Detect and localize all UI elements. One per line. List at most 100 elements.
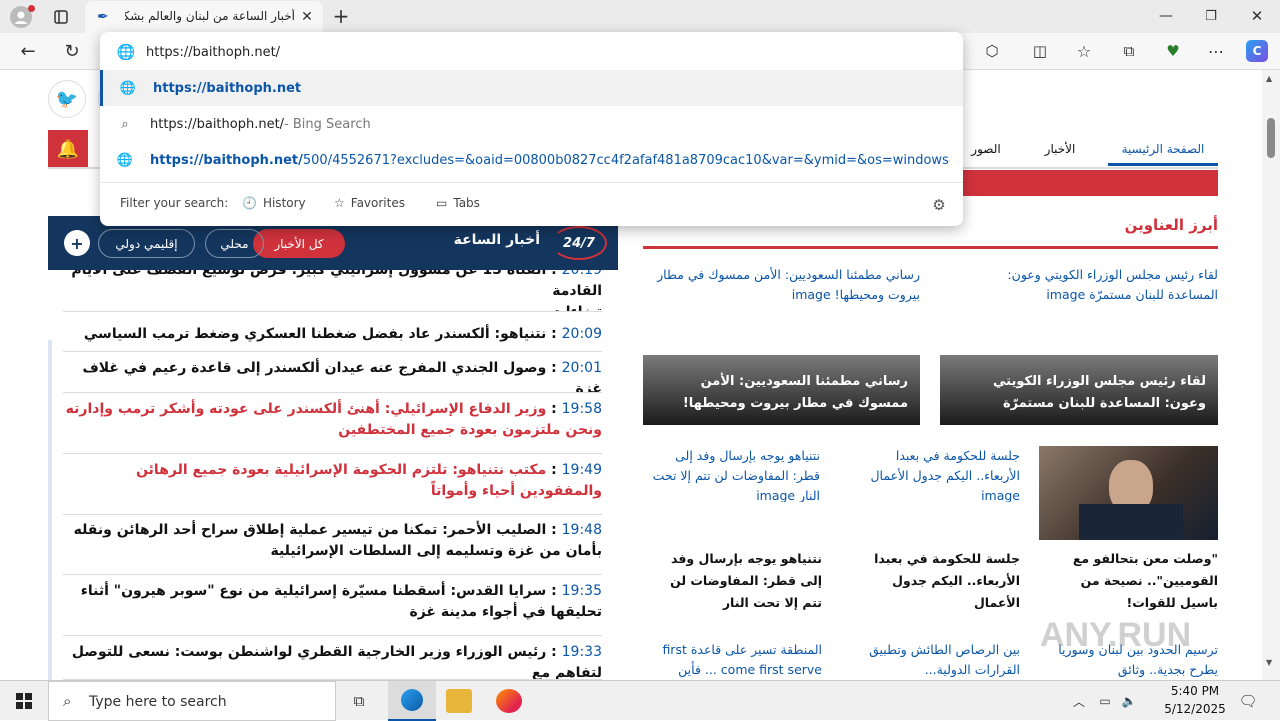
chevron-up-icon[interactable]: ︿	[1070, 691, 1088, 711]
feed-time: 20:19	[561, 270, 602, 278]
tab-strip: ✒ أخبار الساعة من لبنان والعالم بشكل ✕ +…	[0, 0, 1280, 33]
task-view-icon[interactable]: ⧉	[346, 689, 372, 713]
firefox-icon[interactable]	[496, 689, 522, 713]
clock-time[interactable]: 5:40 PM	[1160, 684, 1230, 700]
twitter-icon[interactable]: 🐦	[48, 80, 86, 118]
tabs-icon: ▭	[436, 196, 448, 210]
history-icon: 🕘	[242, 196, 257, 210]
feed-time: 19:35	[561, 583, 602, 599]
red-banner	[940, 170, 1218, 196]
filter-history[interactable]: 🕘 History	[242, 196, 306, 210]
minimize-icon[interactable]: —	[1155, 5, 1177, 27]
filter-local[interactable]: محلي	[205, 229, 264, 258]
restore-icon[interactable]: ❐	[1200, 5, 1222, 27]
windows-start-icon[interactable]	[0, 681, 48, 721]
news-photo[interactable]	[1039, 446, 1218, 540]
scroll-thumb[interactable]	[1267, 118, 1275, 158]
copilot-icon[interactable]: C	[1246, 40, 1268, 62]
globe-icon: 🌐	[116, 43, 136, 61]
globe-icon: 🌐	[119, 80, 137, 96]
split-screen-icon[interactable]: ◫	[1028, 39, 1052, 63]
close-tab-icon[interactable]: ✕	[299, 9, 315, 25]
add-filter-icon[interactable]: +	[64, 230, 90, 256]
feed-item[interactable]: 19:58 : وزير الدفاع الإسرائيلي: أهنئ ألك…	[63, 393, 602, 454]
feed-item[interactable]: 20:09 : نتنياهو: ألكسندر عاد بفضل ضغطنا …	[63, 318, 602, 352]
bell-icon[interactable]: 🔔	[48, 130, 88, 168]
taskbar-search[interactable]: ⌕ Type here to search	[48, 681, 336, 721]
card-title[interactable]: نتنياهو يوجه بإرسال وفد إلى قطر: المفاوض…	[650, 548, 822, 614]
broken-image-bottom[interactable]: بين الرصاص الطائش وتطبيق القرارات الدولي…	[850, 640, 1020, 680]
browser-essentials-icon[interactable]: ♥	[1161, 39, 1185, 63]
search-icon: ⌕	[63, 692, 72, 710]
filter-all[interactable]: كل الأخبار	[253, 229, 345, 258]
scroll-down-icon[interactable]: ▼	[1266, 658, 1272, 667]
broken-image-mid-center[interactable]: جلسة للحكومة في بعبدا الأربعاء.. اليكم ج…	[850, 446, 1020, 502]
nav-photos[interactable]: الصور	[966, 142, 1006, 166]
file-explorer-icon[interactable]	[446, 689, 472, 713]
broken-image-top-left[interactable]: رساني مطمئنا السعوديين: الأمن ممسوك في م…	[650, 265, 920, 305]
card-caption: لقاء رئيس مجلس الوزراء الكويتي وعون: الم…	[993, 374, 1206, 411]
more-options-icon[interactable]: ⋯	[1204, 39, 1228, 63]
search-icon: ⌕	[121, 116, 129, 132]
filter-label: Filter your search:	[120, 196, 229, 210]
feed-item[interactable]: 19:49 : مكتب نتنياهو: تلتزم الحكومة الإس…	[63, 454, 602, 515]
filter-favorites-label: Favorites	[350, 196, 405, 210]
feed-item[interactable]: 19:35 : سرايا القدس: أسقطنا مسيّرة إسرائ…	[63, 575, 602, 636]
suggestion-item[interactable]: 🌐 https://baithoph.net	[100, 70, 963, 106]
settings-gear-icon[interactable]: ⚙	[929, 195, 949, 215]
globe-icon: 🌐	[116, 152, 134, 168]
card-top-left[interactable]: رساني مطمئنا السعوديين: الأمن ممسوك في م…	[643, 355, 920, 425]
feed-item[interactable]: 20:01 : وصول الجندي المفرج عنه عيدان ألك…	[63, 352, 602, 393]
volume-icon[interactable]: 🔈	[1120, 691, 1138, 711]
active-tab[interactable]: ✒ أخبار الساعة من لبنان والعالم بشكل ✕	[85, 1, 323, 33]
notification-dot	[28, 5, 35, 12]
network-icon[interactable]: ▭	[1096, 691, 1114, 711]
card-top-right[interactable]: لقاء رئيس مجلس الوزراء الكويتي وعون: الم…	[940, 355, 1218, 425]
refresh-icon[interactable]: ↻	[60, 39, 84, 63]
feed-text: وزير الدفاع الإسرائيلي: أهنئ ألكسندر على…	[65, 401, 602, 438]
watermark: ANY.RUN	[1040, 616, 1192, 654]
card-title[interactable]: "وصلت معن بتحالفو مع القوميين".. نصيحة م…	[1039, 548, 1218, 614]
suggestion-item[interactable]: ⌕ https://baithoph.net/ - Bing Search	[100, 106, 963, 142]
edge-taskbar-icon[interactable]	[388, 681, 436, 721]
feed-text: الصليب الأحمر: تمكنا من تيسير عملية إطلا…	[73, 522, 602, 559]
card-title[interactable]: جلسة للحكومة في بعبدا الأربعاء.. اليكم ج…	[850, 548, 1020, 614]
divider	[100, 182, 963, 183]
address-input[interactable]	[146, 40, 946, 64]
collections-icon[interactable]: ⧉	[1117, 39, 1141, 63]
star-icon: ☆	[334, 196, 345, 210]
broken-image-top-right[interactable]: لقاء رئيس مجلس الوزراء الكويتي وعون: الم…	[960, 265, 1218, 305]
feed-text-continued: تضاءلت	[550, 304, 602, 312]
headlines-underline	[643, 246, 1218, 249]
clock-date[interactable]: 5/12/2025	[1160, 702, 1230, 718]
feed-text: القناة 13 عن مسؤول إسرائيلي كبير: فرص تو…	[71, 270, 602, 299]
tab-actions-icon[interactable]	[50, 6, 72, 28]
scroll-up-icon[interactable]: ▲	[1266, 74, 1272, 83]
back-icon[interactable]: ←	[16, 39, 40, 63]
suggestion-item[interactable]: 🌐 https://baithoph.net/500/4552671?exclud…	[100, 142, 963, 178]
nav-news[interactable]: الأخبار	[1040, 142, 1080, 166]
feed-text: مكتب نتنياهو: تلتزم الحكومة الإسرائيلية …	[136, 462, 602, 499]
broken-image-bottom[interactable]: المنطقة تسير على قاعدة first come first …	[650, 640, 822, 680]
feed-scroll-track[interactable]	[48, 340, 52, 680]
nav-home[interactable]: الصفحة الرئيسية	[1108, 142, 1218, 166]
feed-item[interactable]: 20:19 : القناة 13 عن مسؤول إسرائيلي كبير…	[63, 270, 602, 312]
notifications-icon[interactable]: 🗨	[1236, 689, 1260, 713]
close-window-icon[interactable]: ✕	[1246, 5, 1268, 27]
feed-time: 19:58	[561, 401, 602, 417]
filter-regional[interactable]: إقليمي دولي	[98, 229, 195, 258]
extensions-icon[interactable]: ⬡	[980, 39, 1004, 63]
page-scrollbar[interactable]: ▲ ▼	[1262, 70, 1280, 680]
broken-image-mid-left[interactable]: نتنياهو يوجه بإرسال وفد إلى قطر: المفاوض…	[650, 446, 820, 502]
filter-tabs[interactable]: ▭ Tabs	[436, 196, 480, 210]
new-tab-icon[interactable]: +	[330, 4, 352, 28]
filter-favorites[interactable]: ☆ Favorites	[334, 196, 405, 210]
favorites-star-icon[interactable]: ☆	[1072, 39, 1096, 63]
site-favicon-icon: ✒	[97, 9, 109, 25]
filter-tabs-label: Tabs	[453, 196, 480, 210]
feed-item[interactable]: 19:33 : رئيس الوزراء وزير الخارجية القطر…	[63, 636, 602, 680]
feed-item[interactable]: 19:48 : الصليب الأحمر: تمكنا من تيسير عم…	[63, 514, 602, 575]
suggestion-rest: 500/4552671?excludes=&oaid=00800b0827cc4…	[302, 152, 950, 168]
tab-title: أخبار الساعة من لبنان والعالم بشكل	[125, 9, 295, 23]
feed-text: سرايا القدس: أسقطنا مسيّرة إسرائيلية من …	[80, 583, 602, 620]
